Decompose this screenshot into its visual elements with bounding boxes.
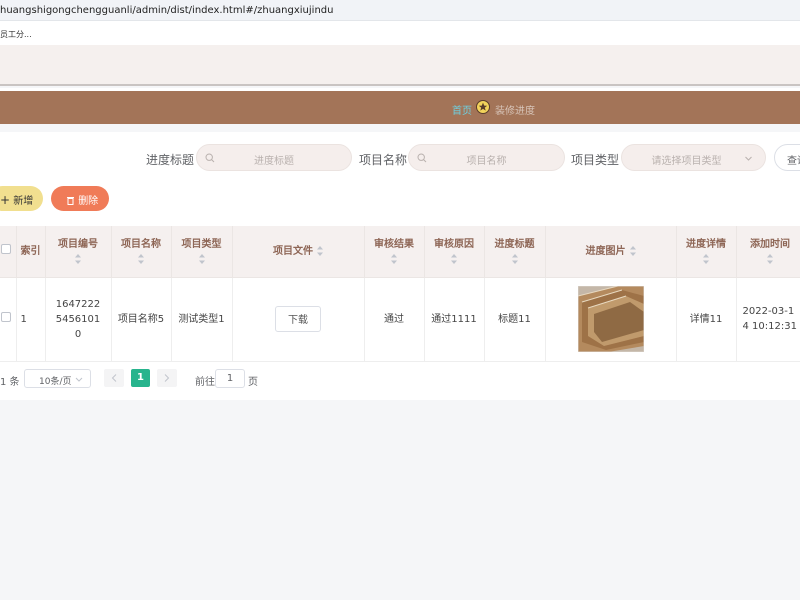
project-name-placeholder: 项目名称 — [466, 156, 507, 167]
add-button[interactable]: + 新增 — [0, 186, 43, 211]
breadcrumb-home[interactable]: 首页 — [452, 102, 472, 117]
plus-icon: + — [0, 193, 11, 207]
column-header[interactable]: 项目编号 — [45, 226, 112, 278]
chevron-down-icon — [75, 377, 83, 382]
sort-icon[interactable] — [391, 254, 397, 265]
chevron-down-icon — [745, 156, 752, 161]
next-page-button[interactable] — [157, 369, 177, 387]
sort-icon[interactable] — [629, 245, 636, 256]
goto-label: 前往 — [195, 377, 215, 388]
project-name-cell: 项目名称5 — [111, 277, 172, 362]
page-unit-label: 页 — [248, 377, 258, 388]
column-header: 索引 — [16, 226, 46, 278]
sort-icon[interactable] — [198, 254, 205, 265]
star-icon — [476, 100, 490, 114]
page-size-select[interactable]: 10条/页 — [24, 369, 91, 388]
project-name-label: 项目名称 — [359, 153, 408, 167]
index-cell: 1 — [16, 277, 46, 362]
row-select-cell — [0, 277, 17, 362]
column-header[interactable]: 项目文件 — [232, 226, 365, 278]
column-header[interactable]: 审核原因 — [424, 226, 485, 278]
download-button[interactable]: 下载 — [275, 306, 321, 332]
chevron-right-icon — [164, 374, 170, 382]
progress-table: 索引 项目编号 项目名称 项目类型 项目文件 审核结果 审核原因 进度标题 进度… — [0, 226, 800, 362]
select-all-checkbox[interactable] — [0, 244, 11, 255]
progress-image[interactable] — [577, 286, 644, 352]
progress-title-label: 进度标题 — [146, 153, 195, 167]
added-time-cell: 2022-03-14 10:12:31 — [736, 277, 800, 362]
table-header-row: 索引 项目编号 项目名称 项目类型 项目文件 审核结果 审核原因 进度标题 进度… — [0, 226, 800, 278]
project-type-select[interactable]: 请选择项目类型 — [621, 144, 766, 171]
progress-title-placeholder: 进度标题 — [254, 156, 294, 167]
sort-icon[interactable] — [703, 254, 709, 265]
chevron-left-icon — [111, 374, 117, 382]
column-header[interactable]: 进度图片 — [545, 226, 677, 278]
project-no-cell: 164722254561010 — [45, 277, 112, 362]
project-type-label: 项目类型 — [571, 153, 620, 167]
sort-icon[interactable] — [75, 254, 81, 265]
project-type-cell: 测试类型1 — [171, 277, 233, 362]
page-size-value: 10条/页 — [39, 377, 72, 387]
delete-button-label: 删除 — [78, 196, 99, 207]
bookmark-item[interactable]: 员工分... — [0, 30, 32, 39]
prev-page-button[interactable] — [104, 369, 124, 387]
address-url: huangshigongchengguanli/admin/dist/index… — [0, 5, 334, 16]
column-header[interactable]: 项目类型 — [171, 226, 233, 278]
breadcrumb-current: 装修进度 — [495, 106, 535, 117]
pagination-total: 1 条 — [0, 377, 20, 388]
sort-icon[interactable] — [138, 254, 144, 265]
column-header[interactable]: 进度标题 — [484, 226, 546, 278]
column-header[interactable]: 进度详情 — [676, 226, 737, 278]
review-result-cell: 通过 — [364, 277, 425, 362]
trash-icon — [67, 197, 74, 205]
progress-detail-cell: 详情11 — [676, 277, 737, 362]
select-all-cell — [0, 226, 17, 278]
delete-button[interactable]: 删除 — [51, 186, 109, 211]
sort-icon[interactable] — [511, 254, 518, 265]
search-button[interactable]: 查询 — [774, 144, 800, 171]
column-header[interactable]: 审核结果 — [364, 226, 425, 278]
add-button-label: 新增 — [13, 196, 34, 207]
review-reason-cell: 通过1111 — [424, 277, 485, 362]
address-bar[interactable]: huangshigongchengguanli/admin/dist/index… — [0, 0, 800, 21]
column-header[interactable]: 项目名称 — [111, 226, 172, 278]
progress-title-input[interactable]: 进度标题 — [196, 144, 352, 171]
nav-bar — [0, 91, 800, 124]
project-file-cell: 下载 — [232, 277, 365, 362]
sort-icon[interactable] — [317, 245, 323, 256]
sort-icon[interactable] — [767, 254, 773, 265]
progress-title-cell: 标题11 — [484, 277, 546, 362]
project-name-input[interactable]: 项目名称 — [408, 144, 565, 171]
progress-image-cell — [545, 277, 677, 362]
bookmarks-bar: 员工分... — [0, 21, 800, 45]
page-button-active[interactable]: 1 — [131, 369, 150, 387]
search-button-label: 查询 — [787, 156, 800, 167]
table-row: 1 164722254561010 项目名称5 测试类型1 下载 通过 通过11… — [0, 277, 800, 362]
app-header — [0, 45, 800, 86]
goto-page-input[interactable]: 1 — [215, 369, 245, 388]
row-checkbox[interactable] — [0, 311, 11, 322]
column-header[interactable]: 添加时间 — [736, 226, 800, 278]
sort-icon[interactable] — [451, 254, 457, 265]
